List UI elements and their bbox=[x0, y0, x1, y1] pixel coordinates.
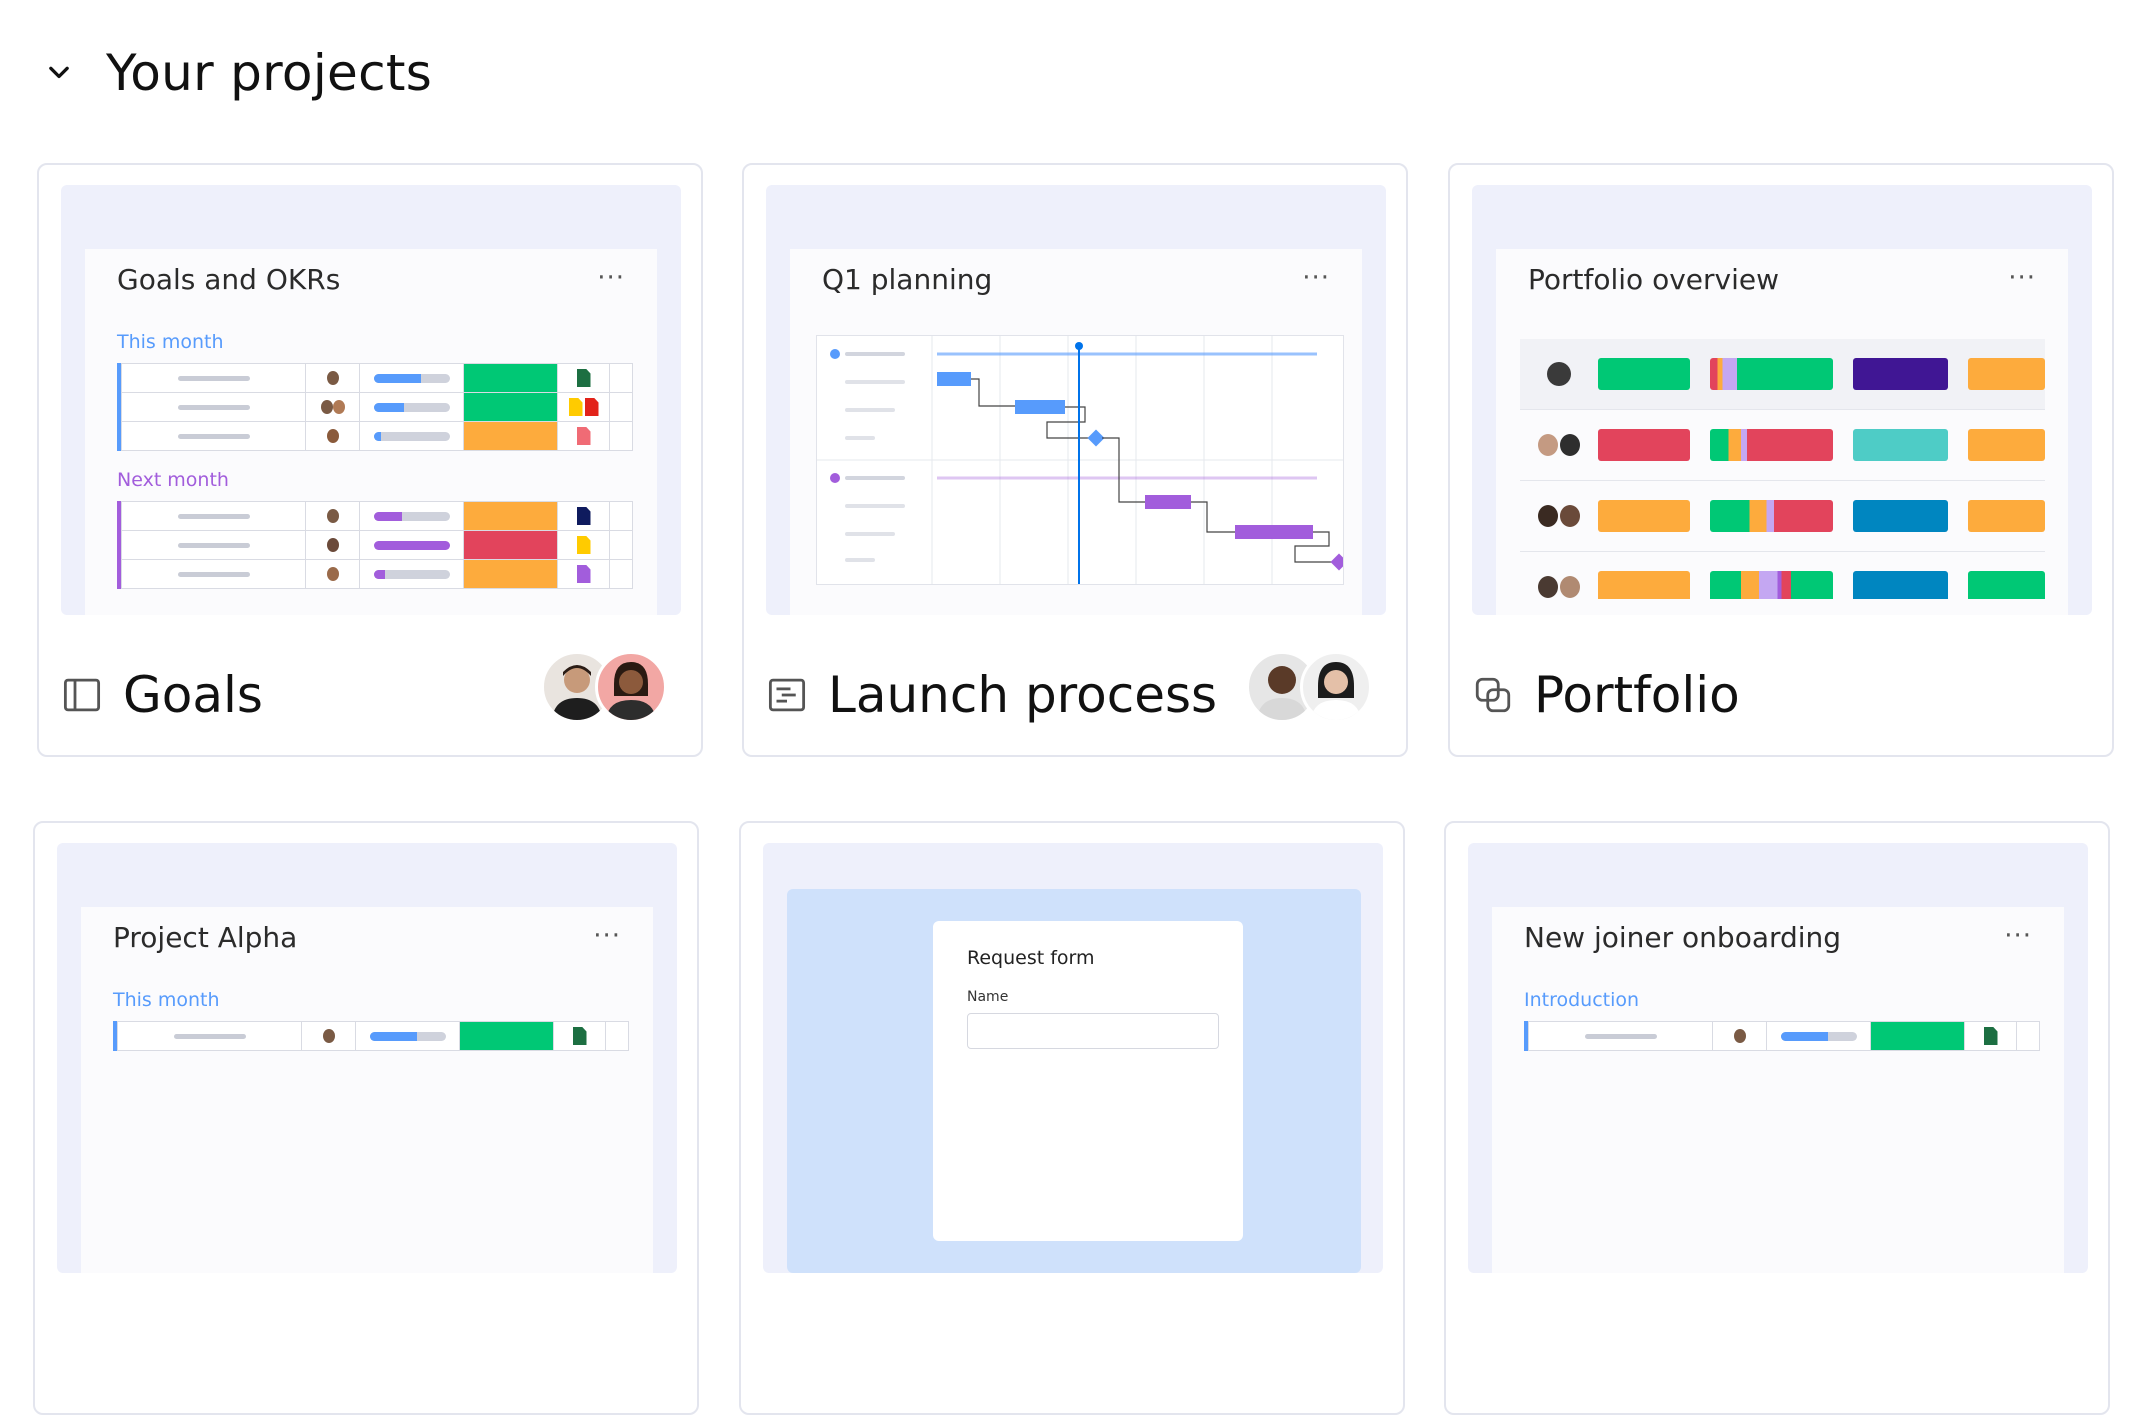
table-row bbox=[1520, 552, 2045, 599]
table-row bbox=[121, 531, 633, 560]
card-footer: Launch process bbox=[766, 645, 1384, 745]
mini-table-next-month bbox=[117, 501, 633, 589]
preview-title: Project Alpha bbox=[113, 921, 298, 954]
group-label-next-month: Next month bbox=[117, 469, 229, 491]
chevron-down-icon[interactable] bbox=[42, 56, 76, 90]
section-title: Your projects bbox=[106, 44, 433, 102]
form-name-input bbox=[967, 1013, 1219, 1049]
table-row bbox=[121, 363, 633, 393]
section-header: Your projects bbox=[42, 38, 432, 108]
mini-table-introduction bbox=[1524, 1021, 2040, 1051]
project-card-new-joiner-onboarding[interactable]: New joiner onboarding ··· Introduction bbox=[1444, 821, 2110, 1415]
table-row bbox=[1520, 339, 2045, 410]
preview-title: Q1 planning bbox=[822, 263, 993, 296]
card-preview: Request form Name bbox=[763, 843, 1383, 1273]
more-options-icon: ··· bbox=[1302, 263, 1330, 293]
table-row bbox=[1528, 1021, 2040, 1051]
avatar bbox=[595, 651, 667, 723]
card-preview: New joiner onboarding ··· Introduction bbox=[1468, 843, 2088, 1273]
group-label-this-month: This month bbox=[113, 989, 220, 1011]
preview-title: New joiner onboarding bbox=[1524, 921, 1842, 954]
project-card-goals[interactable]: Goals and OKRs ··· This month Next month… bbox=[37, 163, 703, 757]
board-preview: New joiner onboarding ··· Introduction bbox=[1492, 907, 2064, 1273]
project-card-launch-process[interactable]: Q1 planning ··· Launch process bbox=[742, 163, 1408, 757]
group-label-introduction: Introduction bbox=[1524, 989, 1640, 1011]
project-name: Launch process bbox=[828, 666, 1218, 724]
more-options-icon: ··· bbox=[593, 921, 621, 951]
project-card-project-alpha[interactable]: Project Alpha ··· This month bbox=[33, 821, 699, 1415]
project-name: Portfolio bbox=[1534, 666, 1740, 724]
portfolio-rows bbox=[1520, 339, 2045, 599]
more-options-icon: ··· bbox=[2004, 921, 2032, 951]
gantt-chart-preview bbox=[816, 335, 1348, 585]
more-options-icon: ··· bbox=[2008, 263, 2036, 293]
preview-title: Portfolio overview bbox=[1528, 263, 1780, 296]
table-row bbox=[121, 393, 633, 422]
mini-table-this-month bbox=[117, 363, 633, 451]
group-label-this-month: This month bbox=[117, 331, 224, 353]
table-row bbox=[1520, 481, 2045, 552]
project-card-request-form[interactable]: Request form Name bbox=[739, 821, 1405, 1415]
card-preview: Portfolio overview ··· bbox=[1472, 185, 2092, 615]
preview-title: Goals and OKRs bbox=[117, 263, 341, 296]
card-footer: Goals bbox=[61, 645, 679, 745]
table-row bbox=[1520, 410, 2045, 481]
project-card-portfolio[interactable]: Portfolio overview ··· Portfolio bbox=[1448, 163, 2114, 757]
avatar bbox=[1300, 651, 1372, 723]
avatar-group bbox=[1246, 651, 1372, 723]
board-icon bbox=[61, 674, 103, 716]
portfolio-icon bbox=[1472, 674, 1514, 716]
table-row bbox=[121, 422, 633, 451]
table-row bbox=[121, 501, 633, 531]
gantt-icon bbox=[766, 674, 808, 716]
table-row bbox=[121, 560, 633, 589]
project-name: Goals bbox=[123, 666, 263, 724]
more-options-icon: ··· bbox=[597, 263, 625, 293]
board-preview: Project Alpha ··· This month bbox=[81, 907, 653, 1273]
card-preview: Goals and OKRs ··· This month Next month bbox=[61, 185, 681, 615]
card-footer: Portfolio bbox=[1472, 645, 2090, 745]
card-preview: Project Alpha ··· This month bbox=[57, 843, 677, 1273]
table-row bbox=[117, 1021, 629, 1051]
mini-table-this-month bbox=[113, 1021, 629, 1051]
card-preview: Q1 planning ··· bbox=[766, 185, 1386, 615]
form-preview: Request form Name bbox=[933, 921, 1243, 1241]
avatar-group bbox=[541, 651, 667, 723]
form-field-label: Name bbox=[967, 989, 1009, 1005]
form-title: Request form bbox=[967, 947, 1095, 969]
board-preview: Goals and OKRs ··· This month Next month bbox=[85, 249, 657, 615]
